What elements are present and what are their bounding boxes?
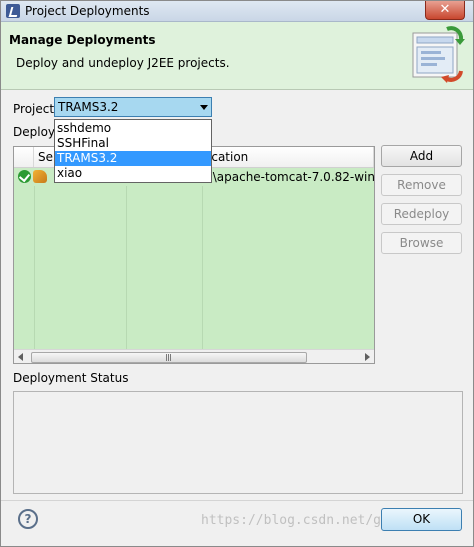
add-button[interactable]: Add: [381, 145, 462, 167]
deployment-location: ):\apache-tomcat-7.0.82-windo: [204, 170, 375, 184]
title-bar: Project Deployments ✕: [1, 1, 473, 22]
window-title: Project Deployments: [25, 4, 150, 18]
project-option-sshdemo[interactable]: sshdemo: [55, 121, 211, 136]
column-divider: [126, 168, 127, 349]
project-option-sshfinal[interactable]: SSHFinal: [55, 136, 211, 151]
deployment-status-label: Deployment Status: [13, 371, 129, 385]
project-deployments-dialog: Project Deployments ✕ Manage Deployments…: [0, 0, 474, 547]
scrollbar-thumb[interactable]: [31, 352, 307, 363]
horizontal-scrollbar[interactable]: [14, 349, 374, 363]
remove-button[interactable]: Remove: [381, 174, 462, 196]
app-icon: [6, 4, 20, 18]
deployment-status-area: [13, 391, 463, 494]
scroll-left-icon[interactable]: [18, 353, 23, 361]
column-divider: [202, 168, 203, 349]
scroll-right-icon[interactable]: [365, 353, 370, 361]
chevron-down-icon[interactable]: [200, 105, 208, 110]
project-option-trams[interactable]: TRAMS3.2: [55, 151, 211, 166]
ok-button[interactable]: OK: [381, 508, 462, 531]
project-selected-value: TRAMS3.2: [58, 100, 119, 114]
check-status-icon: [18, 170, 31, 183]
close-button[interactable]: ✕: [425, 1, 465, 20]
project-label: Project: [13, 102, 55, 116]
redeploy-button[interactable]: Redeploy: [381, 203, 462, 225]
project-dropdown-list[interactable]: sshdemo SSHFinal TRAMS3.2 xiao: [54, 119, 212, 183]
column-header-blank[interactable]: [14, 147, 34, 167]
column-header-location[interactable]: ocation: [202, 147, 374, 167]
header-title: Manage Deployments: [9, 33, 156, 47]
header-subtitle: Deploy and undeploy J2EE projects.: [16, 56, 230, 70]
project-combobox[interactable]: TRAMS3.2: [54, 97, 212, 117]
column-divider: [34, 168, 35, 349]
grip-icon: [166, 354, 172, 361]
footer-divider: [1, 500, 473, 501]
table-body[interactable]: [14, 168, 374, 349]
tomcat-server-icon: [33, 170, 47, 183]
browse-button[interactable]: Browse: [381, 232, 462, 254]
project-option-xiao[interactable]: xiao: [55, 166, 211, 181]
help-icon[interactable]: ?: [18, 509, 38, 529]
deploy-server-icon: [412, 26, 465, 83]
header-banner: Manage Deployments Deploy and undeploy J…: [1, 22, 473, 90]
